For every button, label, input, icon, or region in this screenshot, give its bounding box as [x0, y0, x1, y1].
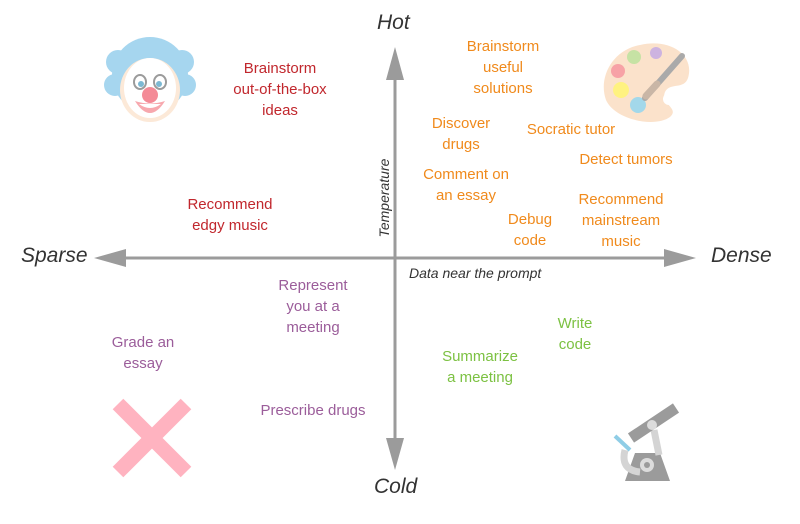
arrow-left: [94, 249, 126, 267]
microscope-icon: [613, 403, 680, 481]
axis-label-cold: Cold: [374, 475, 418, 498]
item-grade-essay: Grade an essay: [111, 334, 175, 372]
clown-icon: [104, 37, 196, 122]
item-recommend-mainstream-music: Recommend mainstream music: [578, 191, 664, 250]
item-discover-drugs: Discover drugs: [431, 115, 491, 153]
item-detect-tumors: Detect tumors: [579, 151, 673, 168]
item-brainstorm-out-of-the-box: Brainstorm out-of-the-box ideas: [233, 60, 327, 119]
axis-label-dense: Dense: [711, 244, 772, 267]
item-summarize-meeting: Summarize a meeting: [442, 348, 518, 386]
arrow-down: [386, 438, 404, 470]
item-socratic-tutor: Socratic tutor: [526, 121, 616, 138]
x-mark-icon: [112, 398, 192, 478]
item-prescribe-drugs: Prescribe drugs: [260, 402, 366, 419]
axis-name-temperature: Temperature: [376, 158, 392, 238]
arrow-up: [386, 47, 404, 80]
item-comment-on-essay: Comment on an essay: [423, 166, 509, 204]
item-debug-code: Debug code: [507, 211, 553, 249]
item-represent-you: Represent you at a meeting: [278, 277, 348, 336]
item-write-code: Write code: [557, 315, 593, 353]
item-recommend-edgy-music: Recommend edgy music: [187, 196, 273, 234]
item-brainstorm-useful-solutions: Brainstorm useful solutions: [466, 38, 540, 97]
palette-icon: [603, 43, 690, 122]
axis-label-hot: Hot: [377, 11, 410, 34]
axis-name-data: Data near the prompt: [409, 265, 542, 281]
axes-graphic: [94, 37, 696, 481]
axis-label-sparse: Sparse: [21, 244, 88, 267]
